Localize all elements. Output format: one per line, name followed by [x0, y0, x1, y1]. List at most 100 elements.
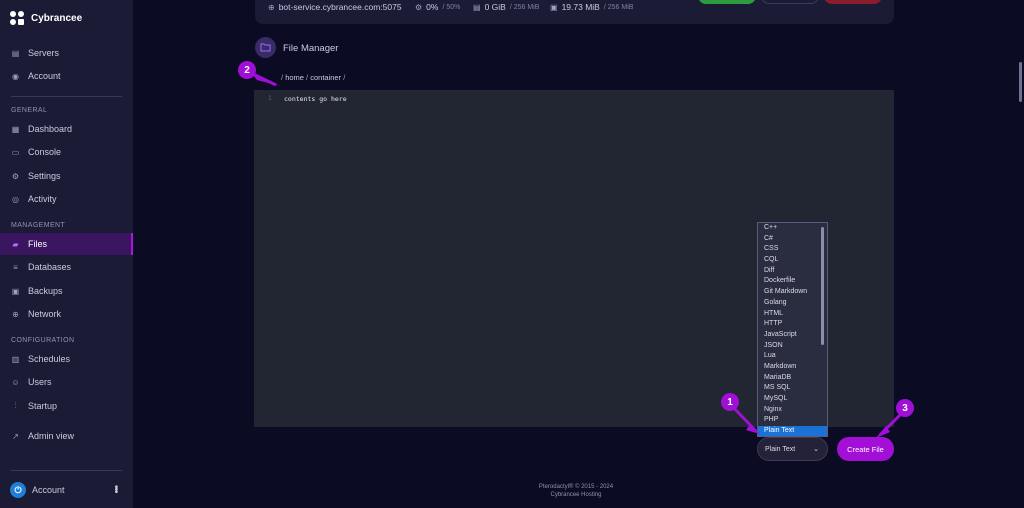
editor-content[interactable]: contents go here: [284, 95, 347, 103]
section-label-management: MANAGEMENT: [11, 222, 66, 229]
sidebar-item-console[interactable]: ▭ Console: [0, 141, 133, 163]
sidebar-item-users[interactable]: ☺ Users: [0, 371, 133, 393]
language-option[interactable]: Git Markdown: [758, 287, 827, 298]
sidebar-item-admin-view[interactable]: ↗ Admin view: [0, 425, 133, 447]
language-option[interactable]: Markdown: [758, 362, 827, 373]
language-option[interactable]: Lua: [758, 351, 827, 362]
section-label-configuration: CONFIGURATION: [11, 337, 75, 344]
language-option[interactable]: CQL: [758, 255, 827, 266]
logo-icon: [10, 11, 25, 26]
sidebar-item-label: Admin view: [28, 431, 75, 441]
sidebar-item-label: Console: [28, 147, 62, 157]
globe-icon: ⊕: [268, 2, 275, 12]
line-number: 1: [268, 95, 272, 102]
sidebar-item-schedules[interactable]: ▥ Schedules: [0, 348, 133, 370]
start-button[interactable]: [698, 0, 756, 4]
sidebar-item-backups[interactable]: ▣ Backups: [0, 280, 133, 302]
sidebar-item-files[interactable]: ▰ Files: [0, 233, 133, 255]
folder-icon: ▰: [12, 239, 19, 249]
gear-icon: ⚙: [11, 171, 20, 181]
sidebar-item-label: Users: [28, 377, 52, 387]
sidebar-item-label: Network: [28, 309, 62, 319]
eye-icon: ◎: [12, 194, 19, 204]
language-option[interactable]: JSON: [758, 341, 827, 352]
database-icon: ≡: [13, 262, 18, 272]
cpu-usage: ⚙ 0% / 50%: [415, 2, 461, 12]
breadcrumb-separator: /: [281, 73, 284, 82]
language-option[interactable]: Nginx: [758, 405, 827, 416]
divider: [11, 470, 122, 471]
grid-icon: ▦: [11, 124, 20, 134]
restart-button[interactable]: [761, 0, 819, 4]
breadcrumb-home[interactable]: home: [285, 73, 304, 82]
language-option[interactable]: Diff: [758, 266, 827, 277]
brand[interactable]: Cybrancee: [10, 11, 82, 26]
create-file-button[interactable]: Create File: [837, 437, 894, 461]
breadcrumb-separator: /: [306, 73, 309, 82]
footer-host: Cybrancee Hosting: [550, 492, 602, 498]
breadcrumb-separator: /: [343, 73, 346, 82]
language-dropdown-list[interactable]: C++ C# CSS CQL Diff Dockerfile Git Markdown Gol…: [757, 222, 828, 437]
user-circle-icon: ◉: [12, 71, 19, 81]
archive-icon: ▣: [11, 286, 20, 296]
more-options-icon[interactable]: •••: [110, 485, 121, 493]
language-option[interactable]: C#: [758, 234, 827, 245]
language-option[interactable]: HTTP: [758, 319, 827, 330]
sidebar-item-settings[interactable]: ⚙ Settings: [0, 165, 133, 187]
stop-button[interactable]: [824, 0, 882, 4]
account-menu[interactable]: ⏻ Account: [10, 482, 65, 498]
language-option[interactable]: MySQL: [758, 394, 827, 405]
language-option[interactable]: Plain Text: [758, 426, 827, 436]
sidebar-item-network[interactable]: ⊕ Network: [0, 303, 133, 325]
external-link-icon: ↗: [12, 431, 19, 441]
language-option[interactable]: MariaDB: [758, 373, 827, 384]
sidebar-item-label: Backups: [28, 286, 63, 296]
globe-icon: ⊕: [12, 309, 19, 319]
language-option[interactable]: JavaScript: [758, 330, 827, 341]
memory-icon: ▤: [473, 2, 481, 12]
sidebar-item-databases[interactable]: ≡ Databases: [0, 256, 133, 278]
language-option[interactable]: PHP: [758, 415, 827, 426]
language-option[interactable]: Golang: [758, 298, 827, 309]
annotation-badge-2: 2: [238, 61, 256, 79]
sidebar-item-activity[interactable]: ◎ Activity: [0, 188, 133, 210]
language-option[interactable]: Dockerfile: [758, 276, 827, 287]
sliders-icon: ⫶: [14, 401, 17, 410]
language-option[interactable]: CSS: [758, 244, 827, 255]
language-option[interactable]: HTML: [758, 309, 827, 320]
sidebar-item-label: Account: [28, 71, 61, 81]
breadcrumb: / home / container /: [281, 73, 345, 82]
breadcrumb-container[interactable]: container: [310, 73, 341, 82]
sidebar-item-startup[interactable]: ⫶ Startup: [0, 395, 133, 417]
sidebar-item-label: Dashboard: [28, 124, 73, 134]
sidebar-item-label: Databases: [28, 262, 72, 272]
footer: Pterodactyl® © 2015 - 2024 Cybrancee Hos…: [520, 483, 632, 499]
annotation-badge-1: 1: [721, 393, 739, 411]
annotation-badge-3: 3: [896, 399, 914, 417]
sidebar-item-label: Activity: [28, 194, 57, 204]
memory-usage: ▤ 0 GiB / 256 MiB: [473, 2, 540, 12]
page-scrollbar[interactable]: [1019, 62, 1022, 102]
users-icon: ☺: [11, 377, 20, 387]
sidebar-item-account[interactable]: ◉ Account: [0, 65, 133, 87]
section-label-general: GENERAL: [11, 107, 48, 114]
brand-name: Cybrancee: [31, 13, 83, 24]
language-select[interactable]: Plain Text ⌄: [757, 437, 828, 461]
chevron-down-icon: ⌄: [813, 446, 819, 453]
calendar-icon: ▥: [11, 354, 20, 364]
sidebar-item-dashboard[interactable]: ▦ Dashboard: [0, 118, 133, 140]
server-status-bar: ⊕ bot-service.cybrancee.com:5075 ⚙ 0% / …: [255, 0, 894, 24]
page-title: File Manager: [283, 43, 339, 54]
language-option[interactable]: MS SQL: [758, 383, 827, 394]
account-label: Account: [32, 485, 65, 495]
sidebar-item-label: Schedules: [28, 354, 71, 364]
sidebar-item-label: Settings: [28, 171, 61, 181]
sidebar: Cybrancee ▤ Servers ◉ Account GENERAL ▦ …: [0, 0, 133, 508]
dropdown-scrollbar[interactable]: [821, 227, 824, 345]
divider: [11, 96, 122, 97]
disk-icon: ▣: [550, 2, 558, 12]
sidebar-item-servers[interactable]: ▤ Servers: [0, 42, 133, 64]
cpu-icon: ⚙: [415, 2, 423, 12]
language-select-value: Plain Text: [765, 445, 796, 453]
language-option[interactable]: C++: [758, 223, 827, 234]
